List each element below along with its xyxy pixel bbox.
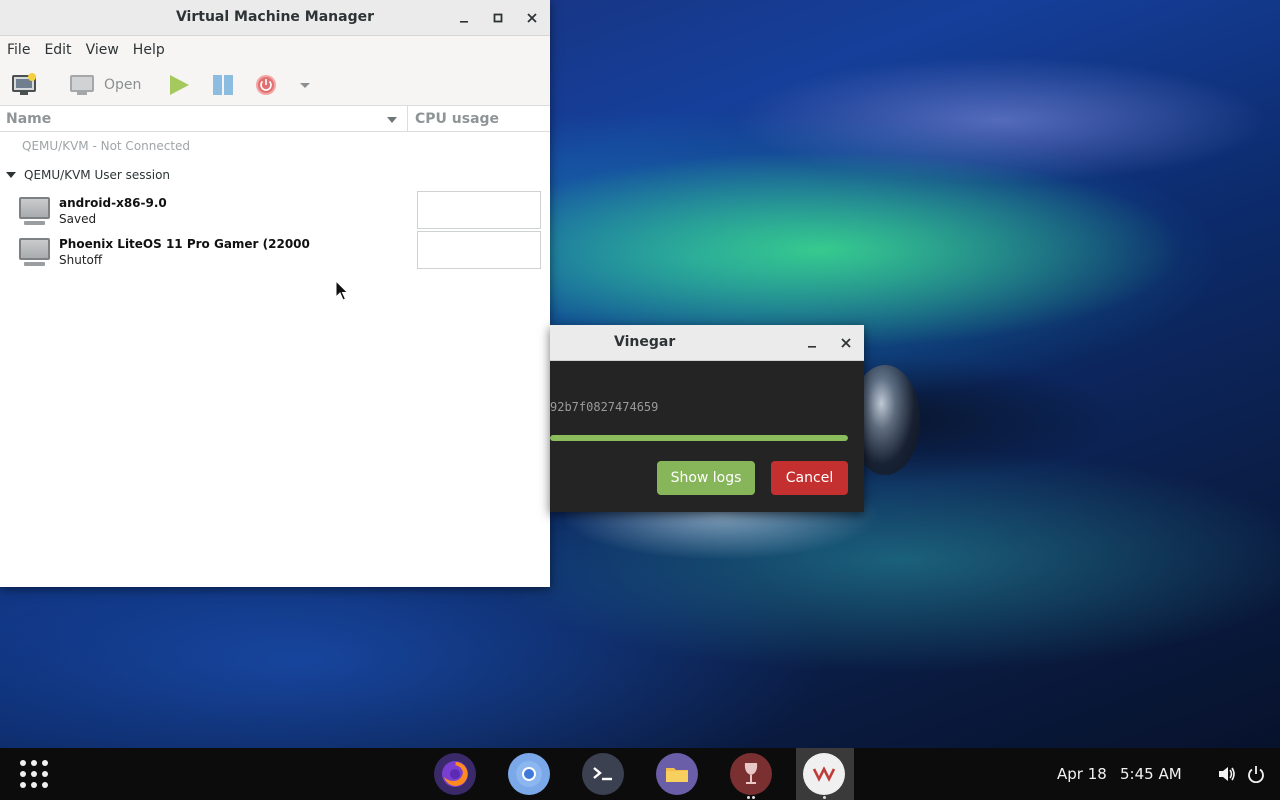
- vm-status: Shutoff: [59, 253, 103, 267]
- firefox-icon: [442, 761, 468, 787]
- mouse-cursor-icon: [335, 280, 349, 301]
- maximize-icon: [493, 13, 503, 23]
- chromium-icon: [516, 761, 542, 787]
- menu-file[interactable]: File: [0, 42, 37, 58]
- minimize-icon: [808, 346, 816, 348]
- open-button[interactable]: Open: [70, 72, 141, 98]
- pause-button[interactable]: [212, 72, 234, 98]
- shutdown-menu-button[interactable]: [299, 72, 311, 98]
- terminal-icon: [593, 767, 612, 781]
- vmm-window: Virtual Machine Manager File Edit View H…: [0, 0, 550, 587]
- toolbar: Open: [0, 64, 550, 106]
- menu-view[interactable]: View: [79, 42, 126, 58]
- monitor-icon: [70, 75, 94, 95]
- cpu-usage-graph: [417, 191, 541, 229]
- vinegar-title: Vinegar: [614, 334, 676, 350]
- vm-name: Phoenix LiteOS 11 Pro Gamer (22000: [59, 237, 310, 251]
- running-indicator: [747, 796, 750, 799]
- files-icon: [666, 768, 688, 782]
- connection-user-session-label: QEMU/KVM User session: [24, 168, 171, 182]
- vm-monitor-icon: [18, 197, 51, 227]
- volume-button[interactable]: [1218, 766, 1236, 786]
- dock-terminal[interactable]: [582, 753, 624, 795]
- power-icon: [1248, 766, 1264, 784]
- running-indicator: [823, 796, 826, 799]
- volume-icon: [1219, 767, 1235, 781]
- power-icon: [256, 75, 276, 95]
- dock-chromium[interactable]: [508, 753, 550, 795]
- vinegar-progress-fill: [550, 435, 848, 441]
- pause-icon: [213, 75, 233, 95]
- vm-name: android-x86-9.0: [59, 196, 167, 210]
- open-label: Open: [104, 77, 142, 93]
- sort-arrow-icon: [387, 117, 397, 123]
- dock-virt-manager[interactable]: [803, 753, 845, 795]
- column-cpu[interactable]: CPU usage: [408, 106, 550, 131]
- minimize-icon: [460, 21, 468, 23]
- vinegar-status-text: 92b7f0827474659: [550, 400, 659, 414]
- taskbar: Apr 18 5:45 AM: [0, 748, 1280, 800]
- close-icon: [841, 338, 851, 348]
- chevron-down-icon: [300, 83, 310, 88]
- play-icon: [170, 75, 189, 95]
- minimize-button[interactable]: [454, 8, 474, 28]
- menu-help[interactable]: Help: [126, 42, 172, 58]
- close-button[interactable]: [522, 8, 542, 28]
- vinegar-minimize-button[interactable]: [802, 333, 822, 353]
- app-grid-icon[interactable]: [20, 760, 48, 788]
- vm-status: Saved: [59, 212, 97, 226]
- running-indicator: [752, 796, 755, 799]
- wine-glass-icon: [744, 763, 758, 784]
- maximize-button[interactable]: [488, 8, 508, 28]
- vinegar-close-button[interactable]: [836, 333, 856, 353]
- vm-row-phoenix[interactable]: Phoenix LiteOS 11 Pro Gamer (22000 Shuto…: [18, 231, 548, 276]
- vinegar-progress-bar: [550, 435, 848, 441]
- new-vm-icon: [12, 73, 36, 95]
- vm-row-android[interactable]: android-x86-9.0 Saved: [18, 191, 548, 235]
- dock-files[interactable]: [656, 753, 698, 795]
- cancel-button[interactable]: Cancel: [771, 461, 848, 495]
- run-button[interactable]: [168, 72, 190, 98]
- vm-monitor-icon: [18, 238, 51, 268]
- clock-date[interactable]: Apr 18: [1057, 765, 1107, 783]
- menu-edit[interactable]: Edit: [37, 42, 78, 58]
- cpu-usage-graph: [417, 231, 541, 269]
- column-header: Name CPU usage: [0, 106, 550, 132]
- close-icon: [527, 13, 537, 23]
- power-menu-button[interactable]: [1247, 765, 1265, 787]
- virt-manager-icon: [812, 766, 836, 782]
- dock-firefox[interactable]: [434, 753, 476, 795]
- connection-not-connected[interactable]: QEMU/KVM - Not Connected: [22, 139, 190, 153]
- column-name[interactable]: Name: [0, 106, 408, 131]
- expander-icon[interactable]: [6, 172, 16, 178]
- vinegar-dialog: Vinegar 92b7f0827474659 Show logs Cancel: [550, 325, 864, 512]
- shutdown-button[interactable]: [255, 72, 277, 98]
- new-vm-button[interactable]: [11, 72, 37, 98]
- menubar: File Edit View Help: [0, 36, 550, 64]
- show-logs-button[interactable]: Show logs: [657, 461, 755, 495]
- vinegar-titlebar[interactable]: Vinegar: [550, 325, 864, 361]
- dock-vinegar[interactable]: [730, 753, 772, 795]
- connection-user-session[interactable]: QEMU/KVM User session: [6, 168, 170, 182]
- column-name-label: Name: [6, 111, 52, 127]
- vmm-titlebar[interactable]: Virtual Machine Manager: [0, 0, 550, 36]
- clock-time[interactable]: 5:45 AM: [1120, 765, 1182, 783]
